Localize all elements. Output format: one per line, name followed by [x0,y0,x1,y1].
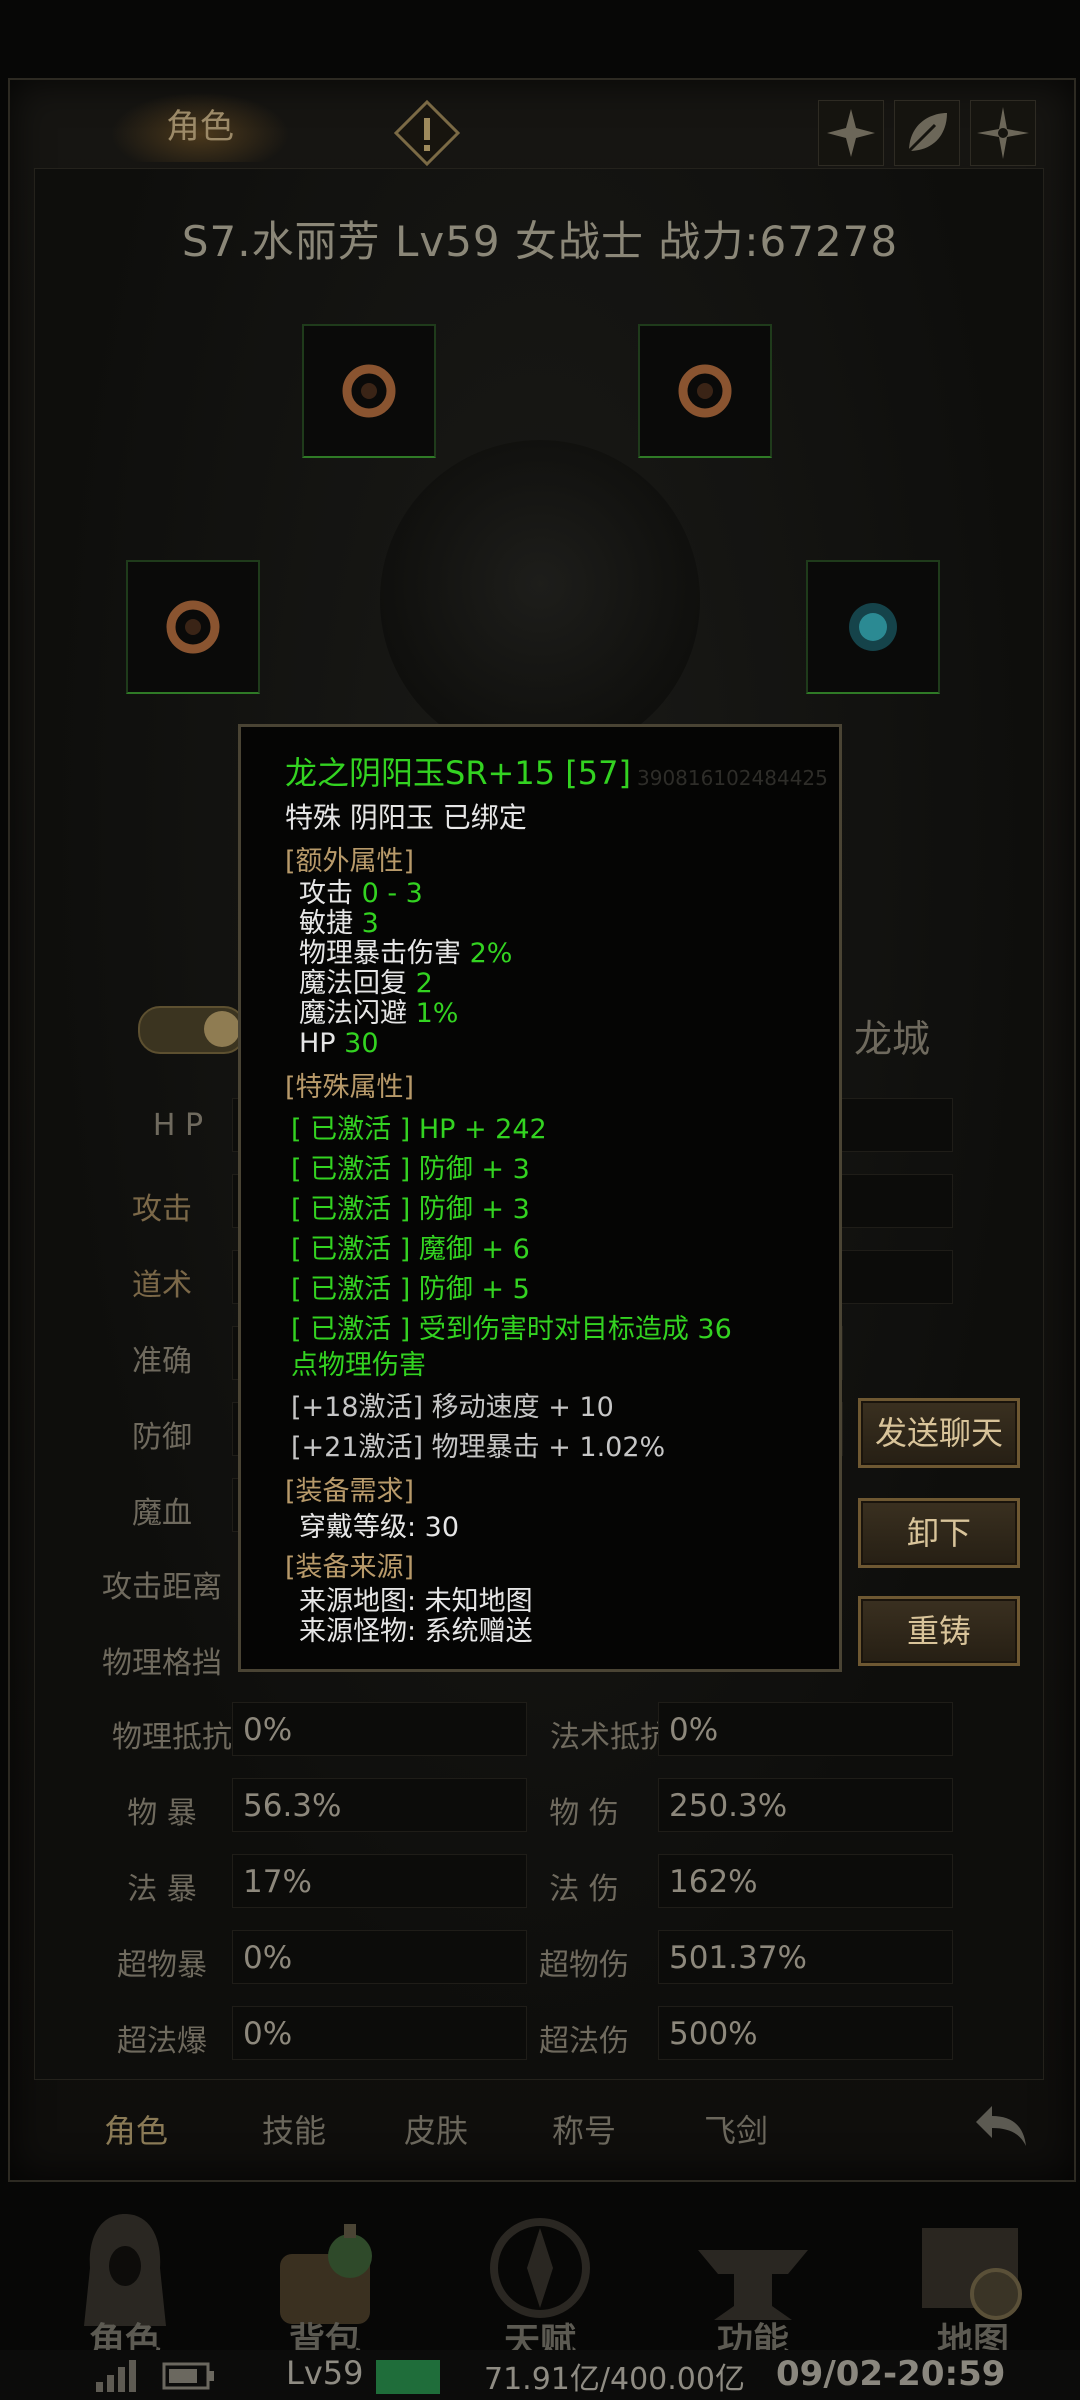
inactive-attr-1: [+21激活] 物理暴击 + 1.02% [291,1432,666,1463]
recast-button[interactable]: 重铸 [858,1596,1020,1666]
item-id: 390816102484425 [637,766,828,790]
leaf-icon[interactable] [894,100,960,166]
stat-label-magic-dmg: 法 伤 [549,1872,619,1907]
requirement-title: [装备需求] [285,1476,415,1507]
tab-role[interactable]: 角色 [76,2106,196,2152]
special-attr-4: [ 已激活 ] 防御 + 5 [291,1274,530,1305]
extra-attr-5: HP 30 [299,1028,379,1059]
hooded-figure-icon [84,2214,166,2326]
inactive-attr-0: [+18激活] 移动速度 + 10 [291,1392,614,1423]
stat-value-super-magic-crit: 0% [232,2006,527,2060]
jade-ring-icon [166,600,220,654]
stat-label-taoism: 道术 [132,1268,192,1303]
jade-ring-icon [342,364,396,418]
toggle-switch[interactable] [138,1006,246,1054]
stat-label-phys-dmg: 物 伤 [549,1796,619,1831]
stat-label-physical-block: 物理格挡 [102,1646,222,1681]
stat-label-super-magic-dmg: 超法伤 [539,2024,629,2059]
yinyang-background [380,440,700,760]
stat-label-magic-blood: 魔血 [132,1496,192,1531]
warning-icon[interactable] [392,98,462,168]
source-monster: 来源怪物: 系统赠送 [299,1616,533,1647]
dragon-emblem-icon [490,2218,590,2318]
tab-titles[interactable]: 称号 [524,2106,644,2152]
special-attr-5: [ 已激活 ] 受到伤害时对目标造成 36 [291,1314,732,1345]
back-arrow-icon[interactable] [970,2092,1034,2156]
stat-value-physical-resist: 0% [232,1702,527,1756]
level-label: Lv59 [286,2354,364,2392]
tab-skills[interactable]: 技能 [234,2106,354,2152]
stat-value-super-magic-dmg: 500% [658,2006,953,2060]
equip-slot-2[interactable] [638,324,772,458]
item-tooltip: 龙之阴阳玉SR+15 [57] 390816102484425 特殊 阴阳玉 已… [238,724,842,1672]
source-map: 来源地图: 未知地图 [299,1586,533,1617]
time-label: 09/02-20:59 [776,2354,1006,2394]
special-attr-3: [ 已激活 ] 魔御 + 6 [291,1234,530,1265]
battery-icon [162,2362,214,2390]
jade-ring-icon [678,364,732,418]
nav-talent[interactable]: 天赋 [455,2200,625,2370]
money-label: 71.91亿/400.00亿 [484,2362,745,2397]
special-attr-title: [特殊属性] [285,1072,415,1103]
map-compass-icon [922,2228,1022,2320]
stat-label-phys-crit: 物 暴 [127,1796,197,1831]
item-name: 龙之阴阳玉SR+15 [57] [285,754,631,792]
stat-label-super-phys-crit: 超物暴 [117,1948,207,1983]
stat-value-phys-crit: 56.3% [232,1778,527,1832]
signal-icon [96,2360,136,2392]
tab-role-header[interactable]: 角色 [110,92,290,162]
stat-value-phys-dmg: 250.3% [658,1778,953,1832]
equip-slot-1[interactable] [302,324,436,458]
extra-attr-3: 魔法回复 2 [299,968,433,999]
special-attr-0: [ 已激活 ] HP + 242 [291,1114,547,1145]
toggle-knob [204,1011,240,1047]
sparkle-icon[interactable] [970,100,1036,166]
special-attr-2: [ 已激活 ] 防御 + 3 [291,1194,530,1225]
exp-bar [376,2360,440,2394]
extra-attr-4: 魔法闪避 1% [299,998,459,1029]
tab-skins[interactable]: 皮肤 [376,2106,496,2152]
stat-label-defense: 防御 [132,1420,192,1455]
stat-value-magic-dmg: 162% [658,1854,953,1908]
stat-label-super-magic-crit: 超法爆 [117,2024,207,2059]
character-title: S7.水丽芳 Lv59 女战士 战力:67278 [181,217,899,266]
stat-value-magic-crit: 17% [232,1854,527,1908]
stat-label-super-phys-dmg: 超物伤 [539,1948,629,1983]
nav-map[interactable]: 地图 [888,2200,1058,2370]
unequip-button[interactable]: 卸下 [858,1498,1020,1568]
extra-attr-1: 敏捷 3 [299,908,379,939]
tab-flying-sword[interactable]: 飞剑 [676,2106,796,2152]
extra-attr-2: 物理暴击伤害 2% [299,938,513,969]
extra-attr-title: [额外属性] [285,846,415,877]
send-chat-button[interactable]: 发送聊天 [858,1398,1020,1468]
stat-label-attack: 攻击 [132,1192,192,1227]
source-title: [装备来源] [285,1552,415,1583]
stat-label-magic-crit: 法 暴 [127,1872,197,1907]
stat-value-super-phys-dmg: 501.37% [658,1930,953,1984]
extra-attr-0: 攻击 0 - 3 [299,878,423,909]
toggle-label-city: 龙城 [854,1017,931,1061]
item-subtitle: 特殊 阴阳玉 已绑定 [285,801,527,834]
compass-star-icon[interactable] [818,100,884,166]
equip-slot-4[interactable] [806,560,940,694]
nav-role[interactable]: 角色 [40,2200,210,2370]
dragon-jade-icon [849,603,897,651]
stat-label-attack-range: 攻击距离 [102,1570,222,1605]
special-attr-1: [ 已激活 ] 防御 + 3 [291,1154,530,1185]
stat-label-accuracy: 准确 [132,1344,192,1379]
special-attr-5-cont: 点物理伤害 [291,1350,426,1381]
nav-function[interactable]: 功能 [668,2200,838,2370]
stat-value-super-phys-crit: 0% [232,1930,527,1984]
requirement-level: 穿戴等级: 30 [299,1512,460,1543]
nav-bag[interactable]: 背包 [240,2200,410,2370]
equip-slot-3[interactable] [126,560,260,694]
stat-value-magic-resist: 0% [658,1702,953,1756]
